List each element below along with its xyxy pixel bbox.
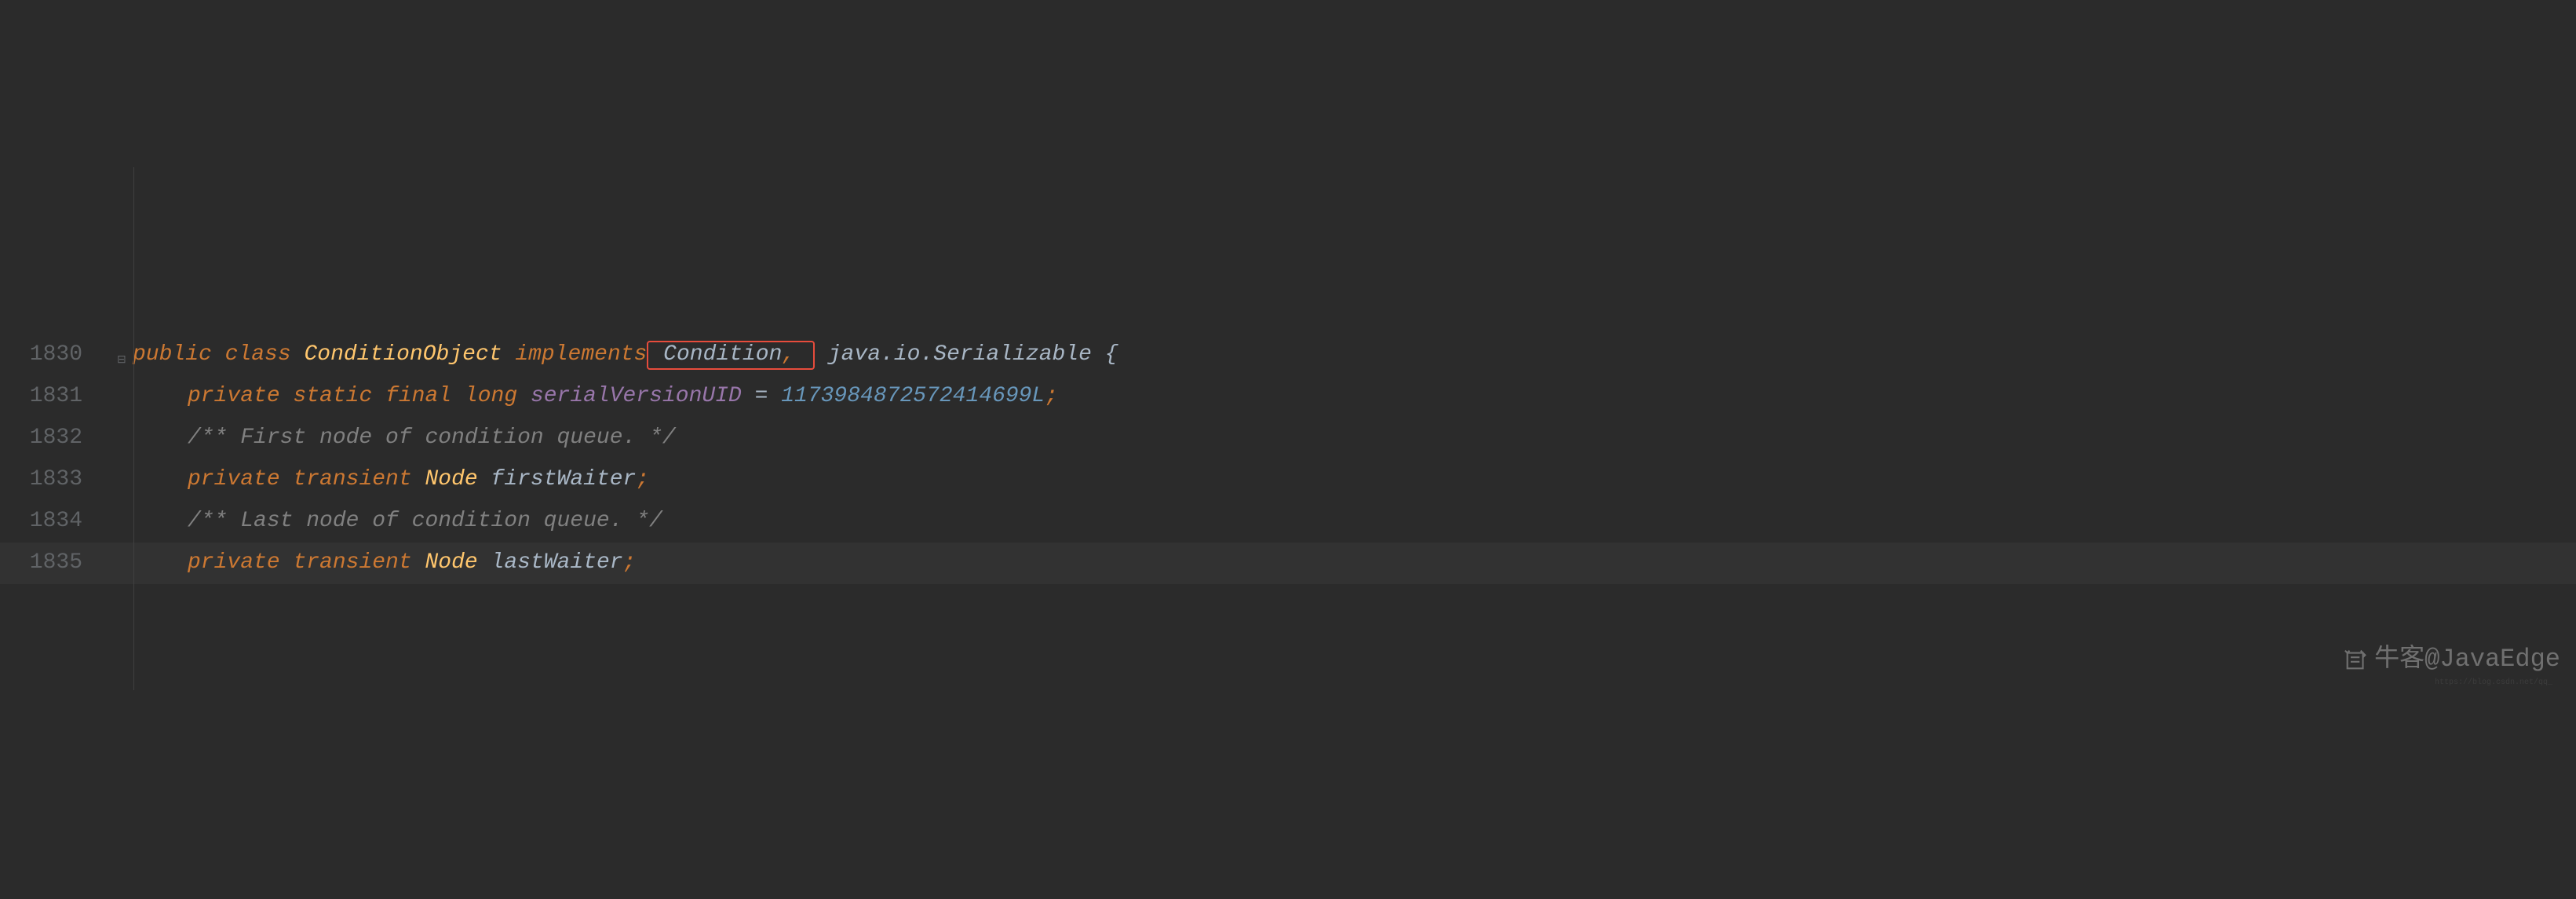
- fold-toggle-icon[interactable]: ⊟: [117, 350, 126, 360]
- keyword-transient: transient: [293, 550, 411, 575]
- keyword-static: static: [293, 384, 372, 408]
- javadoc-comment: /** First node of condition queue. */: [188, 426, 676, 450]
- keyword-private: private: [188, 384, 280, 408]
- type-name: Node: [425, 467, 477, 492]
- code-editor[interactable]: 1830 ⊟ public class ConditionObject impl…: [0, 334, 2576, 584]
- keyword-private: private: [188, 550, 280, 575]
- code-line[interactable]: 1830 ⊟ public class ConditionObject impl…: [0, 334, 2576, 376]
- punct-semi: ;: [1045, 384, 1058, 408]
- operator-eq: =: [755, 384, 768, 408]
- code-content[interactable]: private transient Node lastWaiter;: [133, 542, 636, 583]
- field-name: serialVersionUID: [531, 384, 742, 408]
- line-number: 1831: [0, 375, 122, 417]
- code-content[interactable]: /** First node of condition queue. */: [133, 417, 676, 459]
- fold-gutter[interactable]: ⊟: [122, 292, 133, 418]
- keyword-final: final: [385, 384, 451, 408]
- line-number: 1833: [0, 459, 122, 500]
- code-content[interactable]: private static final long serialVersionU…: [133, 375, 1058, 417]
- line-number: 1830: [0, 334, 122, 375]
- javadoc-comment: /** Last node of condition queue. */: [188, 509, 662, 533]
- keyword-long: long: [465, 384, 517, 408]
- punct-brace: {: [1105, 342, 1118, 367]
- code-content[interactable]: /** Last node of condition queue. */: [133, 500, 662, 542]
- punct-semi: ;: [636, 467, 649, 492]
- code-content[interactable]: private transient Node firstWaiter;: [133, 459, 649, 500]
- highlight-box: Condition,: [647, 341, 815, 370]
- watermark-icon: [2343, 646, 2370, 673]
- qualified-name: java.io.Serializable: [828, 342, 1092, 367]
- code-content[interactable]: public class ConditionObject implements …: [133, 334, 1118, 375]
- line-number: 1835: [0, 542, 122, 583]
- line-number: 1832: [0, 417, 122, 459]
- type-name: Node: [425, 550, 477, 575]
- class-name: ConditionObject: [304, 342, 502, 367]
- field-name: firstWaiter: [491, 467, 637, 492]
- code-editor-viewport: 1830 ⊟ public class ConditionObject impl…: [0, 167, 2576, 690]
- punct-semi: ;: [623, 550, 637, 575]
- interface-name: Condition: [663, 342, 782, 367]
- punct-comma: ,: [782, 342, 795, 367]
- line-number: 1834: [0, 500, 122, 542]
- number-literal: 1173984872572414699L: [781, 384, 1045, 408]
- code-line[interactable]: 1833 private transient Node firstWaiter;: [0, 459, 2576, 501]
- code-line[interactable]: 1831 private static final long serialVer…: [0, 376, 2576, 418]
- keyword-class: class: [225, 342, 291, 367]
- code-line[interactable]: 1832 /** First node of condition queue. …: [0, 418, 2576, 459]
- keyword-implements: implements: [515, 342, 647, 367]
- keyword-private: private: [188, 467, 280, 492]
- sub-watermark: https://blog.csdn.net/qq_: [2435, 675, 2552, 690]
- code-line-active[interactable]: 1835 private transient Node lastWaiter;: [0, 543, 2576, 584]
- indent-guide: [133, 167, 134, 690]
- code-line[interactable]: 1834 /** Last node of condition queue. *…: [0, 501, 2576, 543]
- field-name: lastWaiter: [491, 550, 623, 575]
- keyword-transient: transient: [293, 467, 411, 492]
